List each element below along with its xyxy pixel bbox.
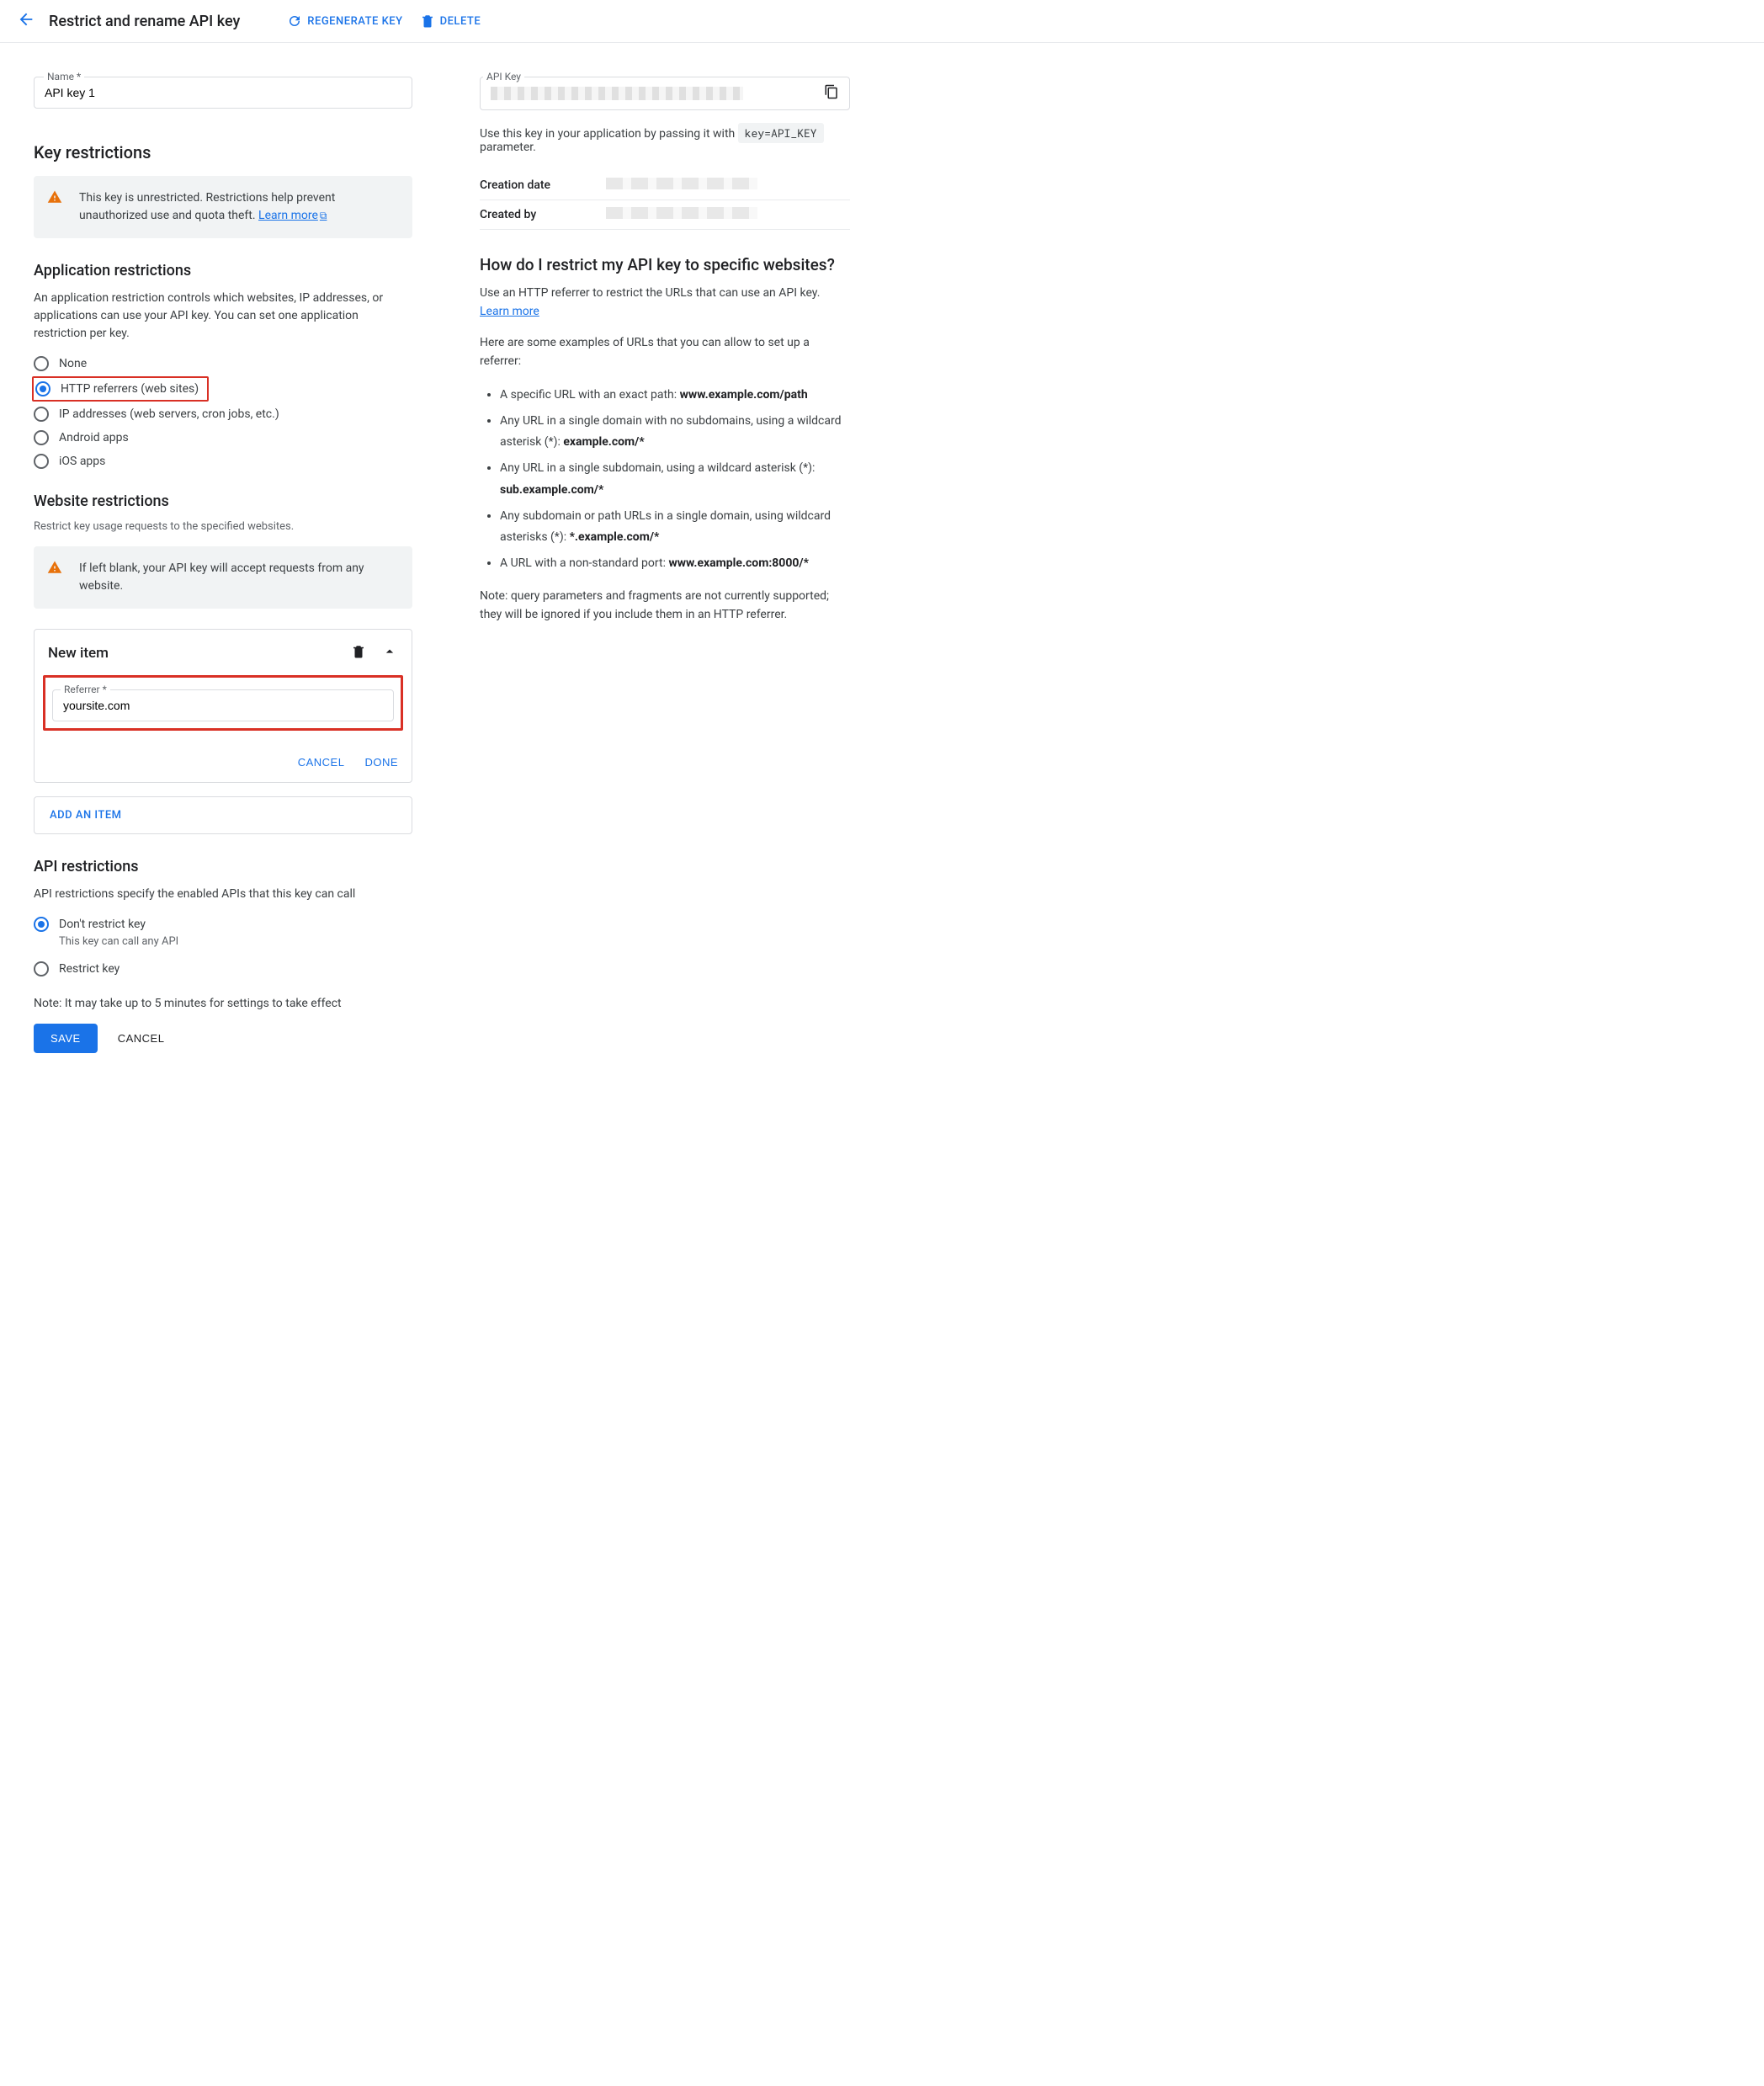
radio-label: None xyxy=(59,357,87,370)
save-button[interactable]: SAVE xyxy=(34,1024,98,1053)
help-heading: How do I restrict my API key to specific… xyxy=(480,255,850,274)
api-restriction-radio-1[interactable]: Restrict key xyxy=(34,961,412,976)
external-link-icon: ⧉ xyxy=(320,210,327,221)
radio-icon xyxy=(34,407,49,422)
metadata-table: Creation date Created by xyxy=(480,171,850,230)
new-item-title: New item xyxy=(48,645,109,662)
warning-icon xyxy=(47,560,62,595)
delete-item-icon[interactable] xyxy=(351,644,366,663)
creation-date-redacted xyxy=(606,178,757,189)
name-field: Name * xyxy=(34,77,412,109)
new-item-card: New item Referrer * CANCEL DO xyxy=(34,629,412,783)
app-restriction-radio-2[interactable]: IP addresses (web servers, cron jobs, et… xyxy=(34,407,412,422)
cancel-button[interactable]: CANCEL xyxy=(118,1032,165,1045)
done-item-button[interactable]: DONE xyxy=(364,756,398,769)
learn-more-link[interactable]: Learn more⧉ xyxy=(258,209,327,222)
settings-note: Note: It may take up to 5 minutes for se… xyxy=(34,997,412,1010)
app-restrictions-radio-group: None HTTP referrers (web sites) IP address… xyxy=(34,356,412,469)
unrestricted-warning: This key is unrestricted. Restrictions h… xyxy=(34,176,412,238)
regenerate-key-button[interactable]: REGENERATE KEY xyxy=(287,13,402,29)
created-by-redacted xyxy=(606,207,757,219)
radio-icon xyxy=(35,381,50,396)
api-key-redacted xyxy=(491,87,743,100)
warning-icon xyxy=(47,189,62,225)
add-item-button[interactable]: ADD AN ITEM xyxy=(34,796,412,834)
app-restriction-radio-3[interactable]: Android apps xyxy=(34,430,412,445)
radio-label: Android apps xyxy=(59,431,129,444)
blank-warning: If left blank, your API key will accept … xyxy=(34,546,412,609)
help-paragraph-2: Here are some examples of URLs that you … xyxy=(480,334,850,370)
help-example-2: Any URL in a single subdomain, using a w… xyxy=(500,458,850,500)
radio-sublabel: This key can call any API xyxy=(59,935,412,948)
website-restrictions-heading: Website restrictions xyxy=(34,492,412,510)
usage-text: Use this key in your application by pass… xyxy=(480,125,850,154)
help-examples-list: A specific URL with an exact path: www.e… xyxy=(480,385,850,575)
created-by-label: Created by xyxy=(480,200,606,230)
radio-icon xyxy=(34,356,49,371)
help-example-4: A URL with a non-standard port: www.exam… xyxy=(500,553,850,574)
api-restrictions-radio-group: Don't restrict key This key can call any … xyxy=(34,917,412,976)
app-restriction-radio-4[interactable]: iOS apps xyxy=(34,454,412,469)
trash-icon xyxy=(420,13,435,29)
app-restrictions-heading: Application restrictions xyxy=(34,262,412,279)
app-restriction-radio-0[interactable]: None xyxy=(34,356,412,371)
name-input[interactable] xyxy=(34,77,412,109)
referrer-highlight: Referrer * xyxy=(43,675,403,731)
api-key-box xyxy=(480,77,850,110)
page-header: Restrict and rename API key REGENERATE K… xyxy=(0,0,1764,43)
page-title: Restrict and rename API key xyxy=(49,13,240,30)
key-restrictions-heading: Key restrictions xyxy=(34,142,412,162)
radio-icon xyxy=(34,917,49,932)
delete-button[interactable]: DELETE xyxy=(420,13,481,29)
help-paragraph-1: Use an HTTP referrer to restrict the URL… xyxy=(480,285,850,321)
help-note: Note: query parameters and fragments are… xyxy=(480,588,850,624)
radio-icon xyxy=(34,454,49,469)
radio-label: iOS apps xyxy=(59,455,105,468)
api-key-label: API Key xyxy=(483,71,524,82)
refresh-icon xyxy=(287,13,302,29)
radio-label: HTTP referrers (web sites) xyxy=(61,382,199,396)
radio-label: IP addresses (web servers, cron jobs, et… xyxy=(59,407,279,421)
name-field-label: Name * xyxy=(44,71,84,82)
copy-icon[interactable] xyxy=(824,84,839,103)
referrer-label: Referrer * xyxy=(61,684,110,695)
creation-date-label: Creation date xyxy=(480,171,606,200)
help-learn-more-link[interactable]: Learn more xyxy=(480,305,539,318)
back-arrow-icon[interactable] xyxy=(17,10,35,32)
cancel-item-button[interactable]: CANCEL xyxy=(298,756,345,769)
help-example-1: Any URL in a single domain with no subdo… xyxy=(500,411,850,453)
radio-icon xyxy=(34,430,49,445)
help-example-3: Any subdomain or path URLs in a single d… xyxy=(500,506,850,548)
radio-label: Restrict key xyxy=(59,962,120,976)
collapse-icon[interactable] xyxy=(381,643,398,663)
radio-icon xyxy=(34,961,49,976)
api-restrictions-desc: API restrictions specify the enabled API… xyxy=(34,886,412,903)
website-restrictions-sub: Restrict key usage requests to the speci… xyxy=(34,520,412,533)
api-restriction-radio-0[interactable]: Don't restrict key xyxy=(34,917,412,932)
help-example-0: A specific URL with an exact path: www.e… xyxy=(500,385,850,406)
app-restrictions-desc: An application restriction controls whic… xyxy=(34,290,412,343)
radio-label: Don't restrict key xyxy=(59,918,146,931)
api-restrictions-heading: API restrictions xyxy=(34,858,412,875)
app-restriction-radio-1[interactable]: HTTP referrers (web sites) xyxy=(32,376,209,402)
